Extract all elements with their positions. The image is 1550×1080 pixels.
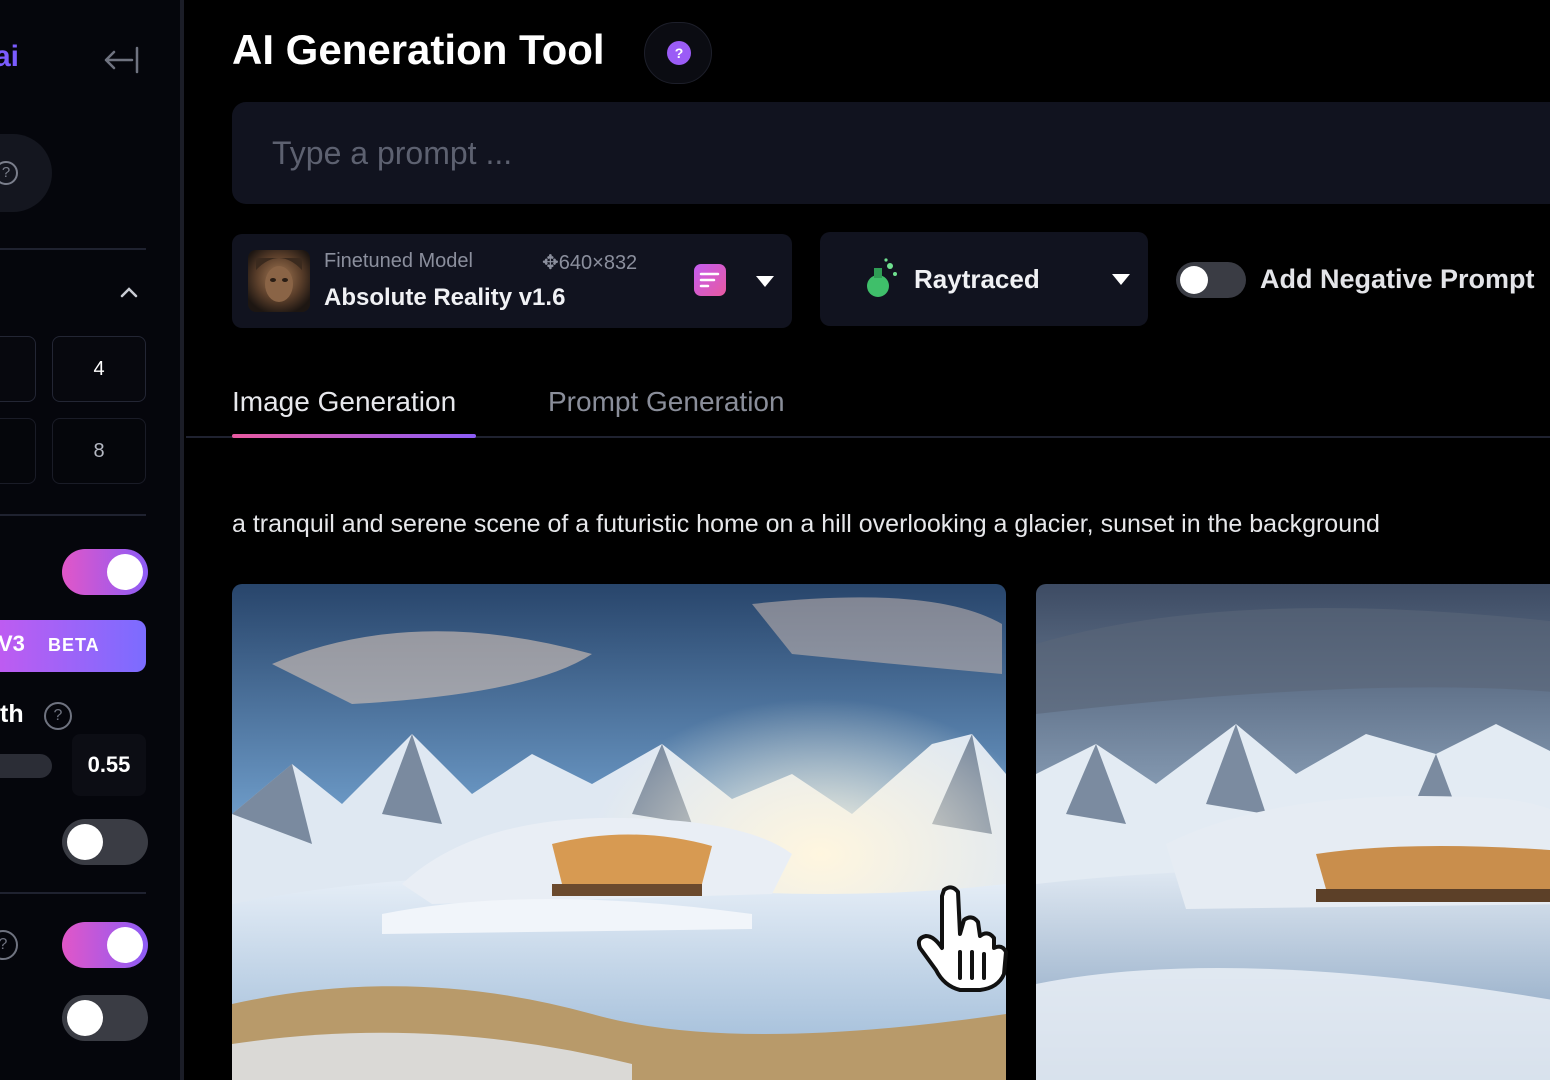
image-count-option[interactable] [0, 336, 36, 402]
style-label: Raytraced [914, 264, 1040, 294]
sidebar-divider [0, 248, 146, 250]
model-kind-label: Finetuned Model [324, 250, 473, 272]
sidebar-help-button[interactable]: ? [0, 134, 52, 212]
image-count-option-8[interactable]: 8 [52, 418, 146, 484]
sidebar-edge [180, 0, 184, 1080]
generated-image[interactable] [232, 584, 1006, 1080]
tab-prompt-generation[interactable]: Prompt Generation [548, 386, 785, 418]
model-dimensions: ✥640×832 [542, 252, 638, 274]
page-title: AI Generation Tool [232, 26, 605, 73]
tab-image-generation[interactable]: Image Generation [232, 386, 456, 418]
sidebar-divider [0, 514, 146, 516]
move-icon: ✥ [542, 252, 559, 274]
alchemy-v3-beta-button[interactable]: V3 BETA [0, 620, 146, 672]
help-icon: ? [667, 41, 691, 65]
strength-value[interactable]: 0.55 [72, 734, 146, 796]
sidebar-toggle-3[interactable] [62, 922, 148, 968]
model-notes-icon[interactable] [692, 262, 728, 298]
help-icon: ? [0, 161, 18, 185]
model-selector[interactable]: Finetuned Model ✥640×832 Absolute Realit… [232, 234, 792, 328]
collapse-sidebar-icon[interactable] [100, 44, 140, 76]
chevron-down-icon[interactable] [1112, 274, 1130, 285]
generation-prompt-text: a tranquil and serene scene of a futuris… [232, 510, 1380, 538]
help-icon[interactable]: ? [0, 930, 18, 960]
title-help-button[interactable]: ? [644, 22, 712, 84]
negative-prompt-toggle[interactable] [1176, 262, 1246, 298]
brand-logo-text: ai [0, 40, 20, 73]
pointer-cursor-icon [916, 885, 1008, 992]
sidebar-divider [0, 892, 146, 894]
sidebar-toggle-2[interactable] [62, 819, 148, 865]
beta-badge: BETA [48, 635, 100, 655]
potion-icon [867, 258, 897, 297]
strength-label: th [0, 700, 24, 728]
strength-slider[interactable] [0, 754, 52, 778]
sidebar-toggle-4[interactable] [62, 995, 148, 1041]
sidebar: ai ? 4 8 V3 BETA th ? 0.55 ? [0, 0, 180, 1080]
image-count-option[interactable] [0, 418, 36, 484]
chevron-down-icon[interactable] [756, 276, 774, 287]
help-icon[interactable]: ? [44, 702, 72, 730]
sidebar-toggle-1[interactable] [62, 549, 148, 595]
model-name: Absolute Reality v1.6 [324, 284, 566, 311]
image-count-option-4[interactable]: 4 [52, 336, 146, 402]
version-label: V3 [0, 631, 25, 656]
chevron-up-icon[interactable] [118, 284, 140, 300]
active-tab-indicator [232, 434, 476, 438]
prompt-input[interactable] [232, 102, 1550, 204]
style-selector[interactable]: Raytraced [820, 232, 1148, 326]
generated-image[interactable] [1036, 584, 1550, 1080]
negative-prompt-label: Add Negative Prompt [1260, 264, 1535, 294]
model-thumbnail [248, 250, 310, 312]
